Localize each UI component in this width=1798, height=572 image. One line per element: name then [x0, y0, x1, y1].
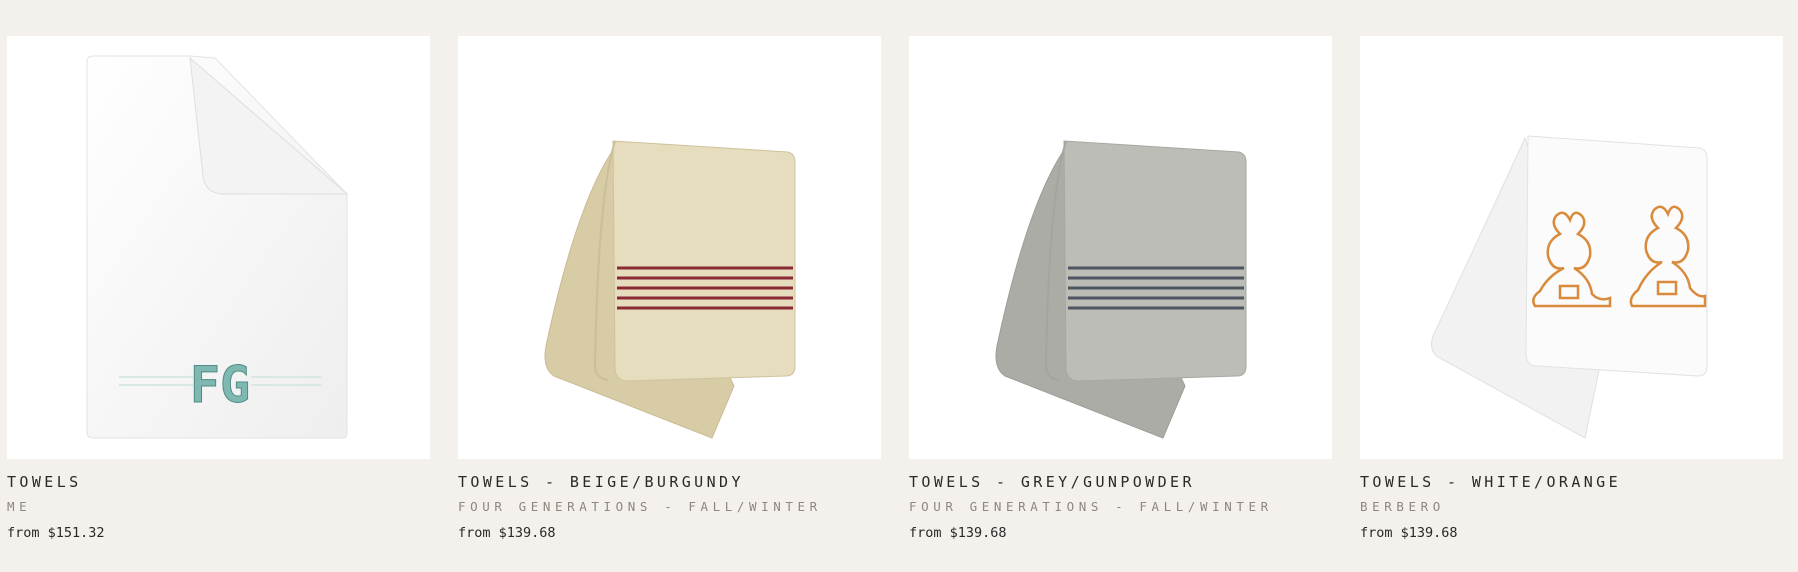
product-price: from $139.68	[1360, 525, 1458, 541]
product-price: from $151.32	[7, 525, 105, 541]
product-image[interactable]	[1360, 36, 1783, 459]
product-card[interactable]: FG TOWELS ME from $151.32	[7, 36, 430, 542]
product-title[interactable]: TOWELS	[7, 473, 430, 491]
product-card[interactable]: TOWELS - WHITE/ORANGE BERBERO from $139.…	[1360, 36, 1783, 542]
beige-towel-stripes-image	[544, 140, 796, 439]
white-towel-monogram-image: FG	[86, 55, 349, 439]
white-towel-orange-embroidery-image	[1431, 135, 1708, 439]
product-title[interactable]: TOWELS - GREY/GUNPOWDER	[909, 473, 1332, 491]
product-price: from $139.68	[458, 525, 556, 541]
product-card[interactable]: TOWELS - BEIGE/BURGUNDY FOUR GENERATIONS…	[458, 36, 881, 542]
product-title[interactable]: TOWELS - WHITE/ORANGE	[1360, 473, 1783, 491]
product-title[interactable]: TOWELS - BEIGE/BURGUNDY	[458, 473, 881, 491]
product-collection: BERBERO	[1360, 499, 1445, 514]
product-image[interactable]	[909, 36, 1332, 459]
product-collection: ME	[7, 499, 32, 514]
product-card[interactable]: TOWELS - GREY/GUNPOWDER FOUR GENERATIONS…	[909, 36, 1332, 542]
monogram-text: FG	[190, 356, 250, 414]
product-grid: FG TOWELS ME from $151.32 TOWELS - BEIGE…	[7, 36, 1783, 542]
product-collection: FOUR GENERATIONS - FALL/WINTER	[458, 499, 822, 514]
product-image[interactable]: FG	[7, 36, 430, 459]
product-image[interactable]	[458, 36, 881, 459]
product-price: from $139.68	[909, 525, 1007, 541]
grey-towel-stripes-image	[995, 140, 1247, 439]
product-collection: FOUR GENERATIONS - FALL/WINTER	[909, 499, 1273, 514]
